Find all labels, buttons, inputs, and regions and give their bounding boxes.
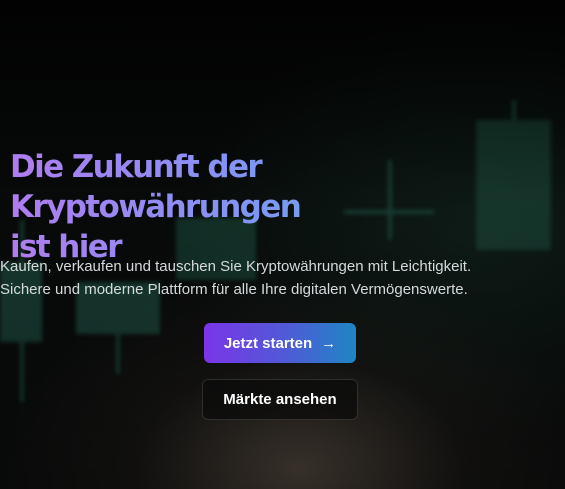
get-started-button[interactable]: Jetzt starten → — [204, 323, 356, 363]
hero-headline: Die Zukunft der Kryptowährungen ist hier — [10, 147, 555, 267]
get-started-label: Jetzt starten — [223, 334, 313, 352]
headline-line-1: Die Zukunft der Kryptowährungen — [10, 149, 301, 225]
view-markets-button[interactable]: Märkte ansehen — [202, 379, 358, 420]
view-markets-label: Märkte ansehen — [223, 391, 337, 408]
hero-subtitle: Kaufen, verkaufen und tauschen Sie Krypt… — [0, 255, 565, 301]
hero-section: Die Zukunft der Kryptowährungen ist hier… — [0, 0, 565, 489]
arrow-right-icon: → — [321, 334, 337, 352]
subtitle-line-2: Sichere und moderne Plattform für alle I… — [0, 281, 468, 298]
subtitle-line-1: Kaufen, verkaufen und tauschen Sie Krypt… — [0, 258, 472, 275]
